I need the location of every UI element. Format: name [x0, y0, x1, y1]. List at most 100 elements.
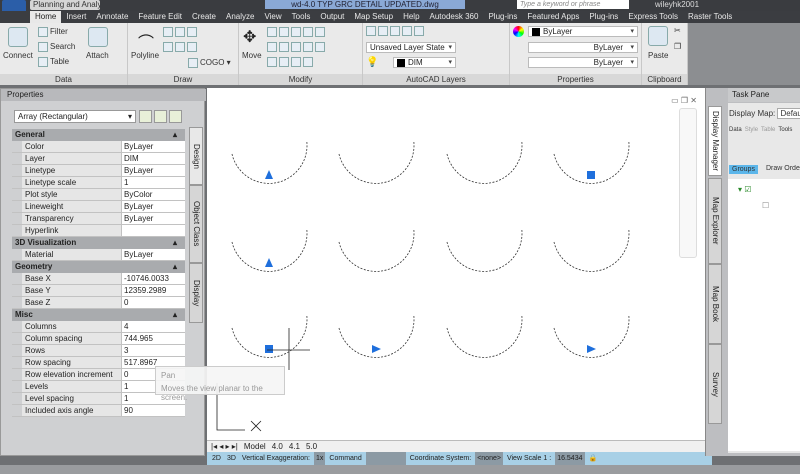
toggle-pickadd-icon[interactable] [139, 110, 152, 123]
layer-iso-icon[interactable] [390, 26, 400, 36]
draworder-icon[interactable] [315, 27, 325, 37]
modify-panel-label[interactable]: Modify [239, 74, 362, 85]
array-arc[interactable] [338, 229, 415, 272]
offset-icon[interactable] [303, 57, 313, 67]
tab-analyze[interactable]: Analyze [221, 11, 259, 23]
property-row[interactable]: Base X -10746.0033 [12, 273, 185, 285]
property-row[interactable]: Linetype ByLayer [12, 165, 185, 177]
array-arc[interactable] [446, 141, 523, 184]
rectangle-icon[interactable] [175, 42, 185, 52]
property-row[interactable]: Lineweight ByLayer [12, 201, 185, 213]
grip-square[interactable] [587, 171, 595, 179]
selection-dropdown[interactable]: Array (Rectangular) [14, 110, 136, 123]
tab-4-0[interactable]: 4.0 [272, 441, 283, 452]
draw-order-button[interactable]: Draw Order [766, 165, 800, 172]
layer-state-dropdown[interactable]: Unsaved Layer State [366, 42, 456, 53]
tab-create[interactable]: Create [187, 11, 221, 23]
cut-icon[interactable]: ✂ [674, 26, 681, 35]
extend-icon[interactable] [279, 57, 289, 67]
property-value[interactable]: 744.965 [122, 333, 185, 344]
property-value[interactable]: ByColor [122, 189, 185, 200]
layer-on-icon[interactable]: 💡 [366, 57, 378, 68]
tab-feature-edit[interactable]: Feature Edit [133, 11, 187, 23]
viewport-controls[interactable]: ▭ ❐ ✕ [671, 96, 697, 105]
property-row[interactable]: Layer DIM [12, 153, 185, 165]
paste-button[interactable]: Paste [648, 51, 668, 60]
tab-annotate[interactable]: Annotate [91, 11, 133, 23]
tab-view[interactable]: View [259, 11, 286, 23]
tab-insert[interactable]: Insert [61, 11, 91, 23]
cogo-button[interactable]: COGO ▾ [188, 58, 231, 68]
category-3d-visualization[interactable]: 3D Visualization [12, 237, 185, 249]
tree-checkbox[interactable]: ☐ [762, 201, 769, 210]
data-panel-label[interactable]: Data [0, 74, 127, 85]
layer-dropdown[interactable]: DIM [393, 57, 456, 68]
connect-button[interactable]: Connect [3, 51, 33, 60]
tab-tools[interactable]: Tools [287, 11, 316, 23]
view-scale-dropdown[interactable]: 16.5434 [555, 452, 585, 465]
search-button[interactable]: Search [38, 42, 75, 52]
search-input[interactable]: Type a keyword or phrase [517, 0, 629, 9]
navigation-bar[interactable] [679, 108, 697, 258]
tab-object-class[interactable]: Object Class [189, 185, 203, 263]
tab-map-explorer[interactable]: Map Explorer [708, 178, 722, 264]
filter-button[interactable]: Filter [38, 27, 68, 37]
property-row[interactable]: Hyperlink [12, 225, 185, 237]
array-arc[interactable] [338, 315, 415, 358]
arc-icon[interactable] [163, 27, 173, 37]
command-input[interactable] [365, 452, 406, 465]
grip-triangle[interactable] [372, 345, 381, 353]
property-value[interactable]: -10746.0033 [122, 273, 185, 284]
grip-triangle[interactable] [265, 170, 273, 179]
select-objects-icon[interactable] [154, 110, 167, 123]
display-map-dropdown[interactable]: Default [777, 108, 800, 119]
tree-checkbox-checked[interactable]: ▾ ☑ [738, 185, 751, 194]
layer-match-icon[interactable] [378, 26, 388, 36]
property-row[interactable]: Transparency ByLayer [12, 213, 185, 225]
layers-panel-label[interactable]: AutoCAD Layers [363, 74, 509, 85]
draw-panel-label[interactable]: Draw [128, 74, 238, 85]
tab-express-tools[interactable]: Express Tools [623, 11, 683, 23]
property-row[interactable]: Color ByLayer [12, 141, 185, 153]
copy-clip-icon[interactable]: ❐ [674, 42, 681, 51]
join-icon[interactable] [303, 42, 313, 52]
property-value[interactable]: 4 [122, 321, 185, 332]
layer-walk-icon[interactable] [414, 26, 424, 36]
tab-display[interactable]: Display [189, 263, 203, 323]
array-arc[interactable] [446, 315, 523, 358]
properties-title[interactable]: Properties [1, 89, 206, 101]
property-value[interactable]: 3 [122, 345, 185, 356]
property-row[interactable]: Base Y 12359.2989 [12, 285, 185, 297]
properties-panel-label[interactable]: Properties [510, 74, 641, 85]
category-misc[interactable]: Misc [12, 309, 185, 321]
polygon-icon[interactable] [187, 42, 197, 52]
tab-5-0[interactable]: 5.0 [306, 441, 317, 452]
property-row[interactable]: Columns 4 [12, 321, 185, 333]
grip-triangle[interactable] [587, 345, 596, 353]
property-value[interactable]: DIM [122, 153, 185, 164]
property-row[interactable]: Plot style ByColor [12, 189, 185, 201]
color-dropdown[interactable]: ByLayer [528, 26, 638, 37]
circle-icon[interactable] [163, 42, 173, 52]
tab-raster-tools[interactable]: Raster Tools [683, 11, 737, 23]
vertical-exaggeration-dropdown[interactable]: 1x [314, 452, 326, 465]
grip-square[interactable] [265, 345, 273, 353]
tab-4-1[interactable]: 4.1 [289, 441, 300, 452]
tab-display-manager[interactable]: Display Manager [708, 106, 722, 176]
erase-icon[interactable] [315, 42, 325, 52]
property-value[interactable]: 0 [122, 297, 185, 308]
array-arc[interactable] [446, 229, 523, 272]
category-geometry[interactable]: Geometry [12, 261, 185, 273]
layout-nav-icon[interactable]: |◂ ◂ ▸ ▸| [211, 441, 238, 452]
break-icon[interactable] [267, 57, 277, 67]
layer-off-icon[interactable] [402, 26, 412, 36]
tab-survey[interactable]: Survey [708, 344, 722, 424]
fillet-icon[interactable] [279, 42, 289, 52]
hatch-icon[interactable] [187, 27, 197, 37]
table-tool-button[interactable]: Table [761, 127, 775, 133]
tab-output[interactable]: Output [315, 11, 349, 23]
property-row[interactable]: Rows 3 [12, 345, 185, 357]
layer-properties-icon[interactable] [366, 26, 376, 36]
user-name[interactable]: wileyhk2001 [655, 0, 699, 9]
stretch-icon[interactable] [291, 42, 301, 52]
